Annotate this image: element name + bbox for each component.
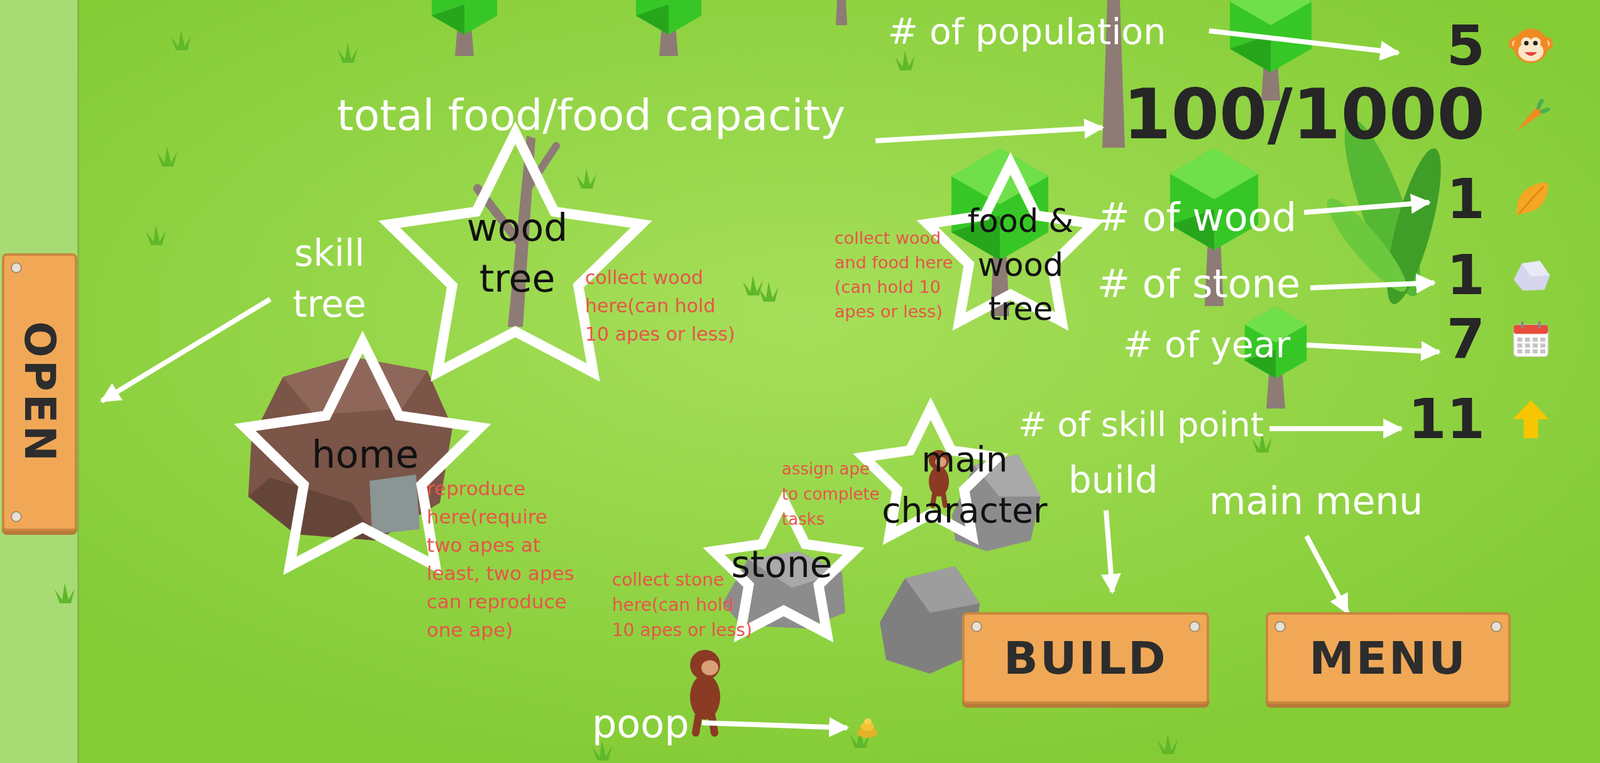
nail (10, 262, 22, 274)
open-tab[interactable]: OPEN (1, 253, 78, 532)
ground (0, 0, 1600, 763)
stat-value: 5 (1446, 18, 1485, 74)
star-label: stone (731, 539, 833, 589)
grass-tuft (157, 146, 178, 167)
grass-tuft (145, 224, 166, 246)
nail (10, 510, 22, 523)
annotation-arrow (1306, 536, 1348, 613)
annotation-arrow (1269, 426, 1402, 432)
sign-button[interactable]: MENU (1265, 612, 1511, 704)
star-label: woodtree (466, 202, 569, 305)
annotation-arrow (1106, 510, 1113, 592)
grass-tuft (337, 42, 358, 63)
annotation-label: skilltree (292, 228, 367, 330)
nail (1189, 620, 1201, 633)
annotation-arrow (1310, 282, 1435, 288)
monkey-icon (1508, 23, 1554, 69)
stat-value: 100/1000 (1123, 79, 1485, 149)
annotation-label: main menu (1209, 477, 1423, 525)
stone-icon (1508, 252, 1554, 298)
stat-value: 1 (1446, 171, 1485, 227)
poop[interactable] (857, 718, 878, 738)
stat-row: 7 (1446, 311, 1554, 368)
annotation-arrow (101, 299, 271, 401)
stat-row: 11 (1408, 391, 1554, 447)
side-strip-edge (77, 0, 80, 763)
star-outline (245, 341, 481, 566)
annotation-label: # of skill point (1018, 403, 1264, 447)
annotation-note: collect woodhere(can hold10 apes or less… (585, 263, 736, 349)
annotation-arrow (1306, 345, 1440, 352)
grass-tuft (54, 583, 75, 604)
open-tab-label: OPEN (15, 320, 65, 464)
grass-tuft (1157, 734, 1178, 755)
annotation-arrow (701, 722, 848, 728)
tree[interactable] (431, 0, 498, 56)
stat-row: 5 (1446, 18, 1554, 74)
annotation-label: # of wood (1097, 192, 1297, 242)
stat-row: 100/1000 (1123, 79, 1554, 149)
annotation-label: total food/food capacity (336, 88, 846, 143)
leaf-icon (1508, 176, 1554, 222)
up-arrow-icon (1508, 396, 1554, 442)
side-strip (0, 0, 79, 763)
stat-row: 1 (1446, 171, 1554, 227)
annotation-label: # of stone (1097, 259, 1301, 309)
annotation-arrow (1304, 202, 1430, 213)
star-label: maincharacter (881, 434, 1047, 537)
annotation-label: # of year (1123, 322, 1291, 368)
annotation-label: build (1068, 457, 1159, 504)
nail (1490, 620, 1502, 633)
star-label: home (311, 429, 419, 481)
annotation-note: collect woodand food here(can hold 10ape… (834, 225, 954, 324)
annotation-label: # of population (887, 9, 1166, 55)
grass-tuft (576, 168, 597, 189)
grass-tuft (170, 30, 192, 51)
annotation-arrow (1209, 30, 1399, 53)
carrot-icon (1508, 91, 1554, 137)
stat-value: 11 (1408, 391, 1485, 447)
annotation-note: collect stonehere(can hold10 apes or les… (612, 567, 753, 643)
annotation-note: assign apeto completetasks (781, 456, 880, 532)
sign-button[interactable]: BUILD (962, 612, 1210, 704)
grass-tuft (742, 275, 763, 296)
stat-row: 1 (1446, 247, 1554, 303)
annotation-arrow (875, 127, 1103, 141)
nail (1274, 620, 1286, 633)
calendar-icon (1508, 316, 1554, 362)
annotation-label: poop (591, 699, 690, 749)
annotation-note: reproducehere(requiretwo apes atleast, t… (426, 474, 575, 645)
stat-value: 7 (1446, 311, 1485, 368)
nail (970, 620, 983, 633)
tree[interactable] (635, 0, 702, 56)
star-label: food &woodtree (967, 199, 1074, 332)
game-screen: OPEN5100/100011711# of populationtotal f… (0, 0, 1600, 763)
grass-tuft (894, 50, 916, 71)
stat-value: 1 (1446, 247, 1485, 303)
